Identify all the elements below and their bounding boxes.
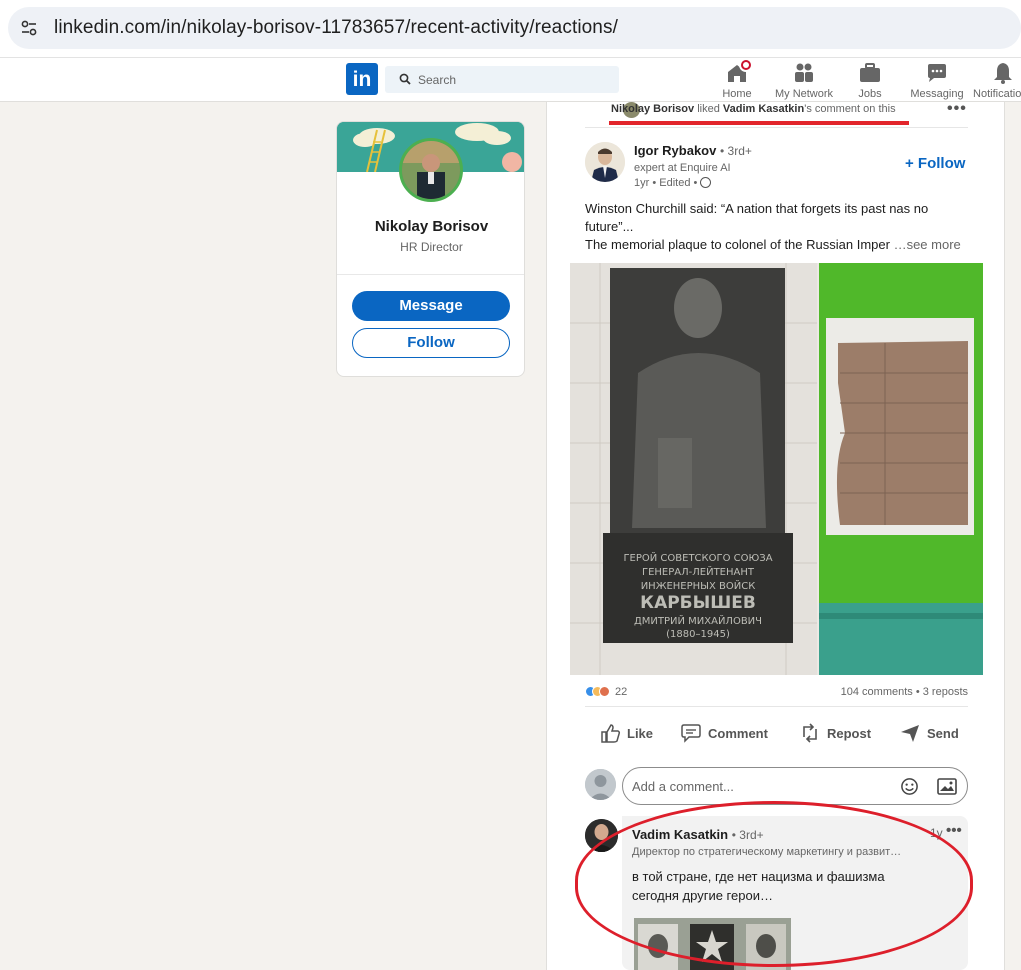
- divider: [585, 706, 968, 707]
- post-actions: Like Comment Repost Send: [585, 722, 968, 748]
- nav-notifications-label: Notifications: [973, 88, 1021, 100]
- like-label: Like: [627, 726, 654, 741]
- activity-text: Nikolay Borisov liked Vadim Kasatkin's c…: [611, 103, 896, 119]
- nav-jobs-label: Jobs: [858, 88, 882, 100]
- people-icon: [792, 61, 816, 85]
- nav-my-network-label: My Network: [774, 88, 834, 100]
- reactions-count: 22: [615, 686, 628, 698]
- like-button[interactable]: Like: [599, 722, 653, 748]
- plaque-line-6: (1880–1945): [666, 629, 730, 640]
- address-bar[interactable]: linkedin.com/in/nikolay-borisov-11783657…: [8, 7, 1021, 49]
- connection-degree: • 3rd+: [719, 144, 752, 158]
- thumbs-up-icon: [601, 724, 621, 743]
- post-text: Winston Churchill said: “A nation that f…: [585, 200, 970, 254]
- globe-icon: [700, 177, 712, 188]
- nav-messaging[interactable]: Messaging: [899, 61, 975, 100]
- post-text-line2: The memorial plaque to colonel of the Ru…: [585, 237, 890, 252]
- home-icon: [725, 58, 753, 85]
- plaque-line-1: ГЕРОЙ СОВЕТСКОГО СОЮЗА: [623, 551, 772, 564]
- post-text-line1: Winston Churchill said: “A nation that f…: [585, 201, 929, 234]
- url-text[interactable]: linkedin.com/in/nikolay-borisov-11783657…: [54, 17, 618, 39]
- post-text-line2-row: The memorial plaque to colonel of the Ru…: [585, 236, 970, 254]
- post-image[interactable]: ГЕРОЙ СОВЕТСКОГО СОЮЗА ГЕНЕРАЛ-ЛЕЙТЕНАНТ…: [570, 263, 983, 675]
- comment-more-options-icon[interactable]: •••: [946, 822, 962, 839]
- plaque-line-3: ИНЖЕНЕРНЫХ ВОЙСК: [641, 579, 756, 592]
- search-input[interactable]: Search: [385, 66, 619, 93]
- top-navigation: in Search Home My Network Jobs Messaging: [0, 58, 1021, 102]
- repost-icon: [803, 723, 817, 743]
- image-icon[interactable]: [937, 778, 957, 795]
- comment-label: Comment: [708, 726, 768, 741]
- profile-avatar[interactable]: [399, 138, 463, 202]
- nav-jobs[interactable]: Jobs: [832, 61, 908, 100]
- send-label: Send: [927, 726, 959, 741]
- author-name[interactable]: Igor Rybakov: [634, 143, 716, 158]
- activity-verb: liked: [697, 103, 720, 115]
- linkedin-logo[interactable]: in: [346, 63, 378, 95]
- see-more-link[interactable]: …see more: [894, 237, 961, 252]
- search-placeholder: Search: [418, 73, 457, 87]
- red-underline-annotation: [609, 121, 909, 125]
- browser-toolbar: linkedin.com/in/nikolay-borisov-11783657…: [0, 0, 1021, 58]
- nav-home[interactable]: Home: [699, 58, 775, 100]
- profile-title: HR Director: [400, 240, 463, 254]
- repost-label: Repost: [827, 726, 872, 741]
- nav-my-network[interactable]: My Network: [766, 61, 842, 100]
- comment-button[interactable]: Comment: [680, 722, 768, 748]
- divider: [337, 274, 524, 275]
- author-avatar[interactable]: [585, 142, 625, 182]
- current-user-avatar: [585, 769, 616, 800]
- plaque-line-4: КАРБЫШЕВ: [640, 593, 756, 613]
- post-timestamp: 1yr • Edited •: [634, 177, 712, 189]
- comment-input[interactable]: Add a comment...: [622, 767, 968, 805]
- activity-target[interactable]: Vadim Kasatkin: [723, 103, 804, 115]
- plaque-line-5: ДМИТРИЙ МИХАЙЛОВИЧ: [634, 614, 762, 627]
- love-reaction-icon: [599, 686, 610, 697]
- author-name-row: Igor Rybakov • 3rd+: [634, 143, 752, 158]
- profile-name[interactable]: Nikolay Borisov: [337, 218, 524, 235]
- nav-home-label: Home: [722, 88, 752, 100]
- send-button[interactable]: Send: [899, 722, 959, 748]
- comments-reposts-count[interactable]: 104 comments • 3 reposts: [841, 686, 968, 698]
- activity-actor[interactable]: Nikolay Borisov: [611, 103, 694, 115]
- post-time: 1yr • Edited •: [634, 177, 698, 189]
- memorial-plaque-image: ГЕРОЙ СОВЕТСКОГО СОЮЗА ГЕНЕРАЛ-ЛЕЙТЕНАНТ…: [570, 263, 983, 675]
- follow-button[interactable]: Follow: [352, 328, 510, 358]
- site-settings-icon[interactable]: [20, 19, 38, 37]
- follow-author-button[interactable]: + Follow: [905, 155, 965, 172]
- comment-placeholder: Add a comment...: [632, 779, 734, 794]
- divider: [585, 127, 968, 128]
- nav-messaging-label: Messaging: [910, 88, 964, 100]
- emoji-icon[interactable]: [900, 777, 919, 796]
- repost-button[interactable]: Repost: [799, 722, 871, 748]
- profile-card: Nikolay Borisov HR Director Message Foll…: [336, 121, 525, 377]
- search-icon: [399, 73, 411, 85]
- chat-icon: [925, 61, 949, 85]
- plaque-line-2: ГЕНЕРАЛ-ЛЕЙТЕНАНТ: [642, 565, 755, 578]
- notification-badge: [739, 58, 753, 72]
- social-counts: 22 104 comments • 3 reposts: [585, 686, 968, 702]
- reactions-summary[interactable]: 22: [585, 686, 627, 698]
- briefcase-icon: [858, 61, 882, 85]
- more-options-icon[interactable]: •••: [947, 102, 967, 118]
- comment-icon: [681, 724, 701, 743]
- author-headline: expert at Enquire AI: [634, 162, 731, 174]
- nav-notifications[interactable]: Notifications: [965, 61, 1021, 100]
- bell-icon: [991, 61, 1015, 85]
- message-button[interactable]: Message: [352, 291, 510, 321]
- red-oval-annotation: [575, 801, 973, 967]
- activity-suffix: 's comment on this: [804, 103, 896, 115]
- send-icon: [901, 725, 919, 742]
